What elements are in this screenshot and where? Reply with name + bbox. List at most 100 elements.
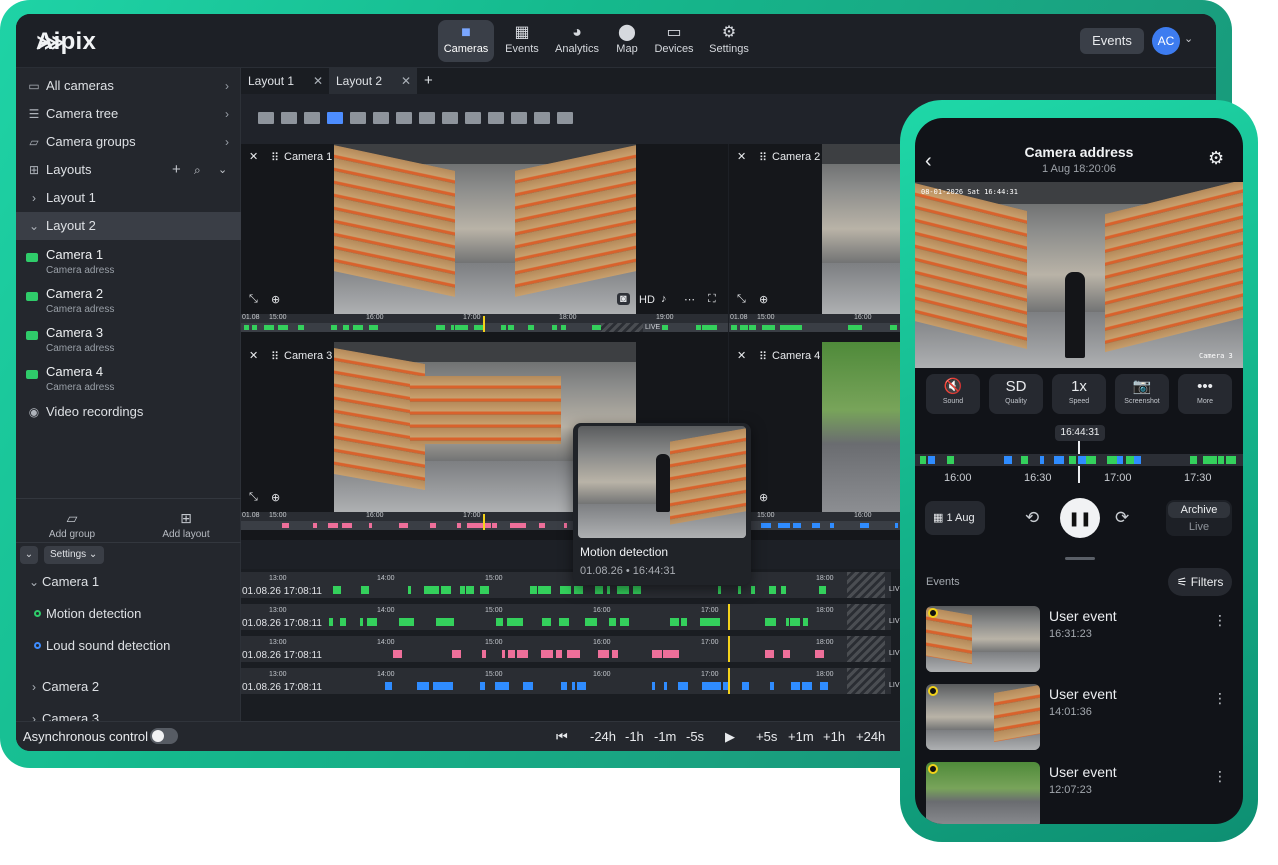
tab-layout-2[interactable]: Layout 2 ✕ (329, 68, 417, 94)
grid-8-icon[interactable] (419, 112, 435, 124)
add-group-button[interactable]: ▱ Add group (36, 510, 108, 540)
grid-4-icon[interactable] (327, 112, 343, 124)
forward-5s-button[interactable]: +5s (756, 729, 777, 744)
sidebar-item-video-recordings[interactable]: ◉ Video recordings (16, 398, 241, 426)
tree-camera-2[interactable]: › Camera 2 (16, 673, 241, 701)
quality-button[interactable]: SD Quality (989, 374, 1043, 414)
more-vertical-icon[interactable]: ⋮ (1213, 690, 1227, 707)
chevron-down-icon[interactable]: ⌄ (218, 156, 227, 184)
forward-1h-button[interactable]: +1h (823, 729, 845, 744)
play-icon[interactable]: ▶ (725, 729, 735, 745)
timeline-row[interactable]: 13:00 14:00 15:00 16:00 17:00 18:00 01.0… (241, 604, 900, 630)
pause-button[interactable]: ❚❚ (1060, 498, 1100, 538)
sidebar-item-camera-groups[interactable]: ▱ Camera groups › (16, 128, 241, 156)
grid-9-icon[interactable] (442, 112, 458, 124)
grid-13-icon[interactable] (534, 112, 550, 124)
event-thumbnail[interactable] (926, 762, 1040, 824)
skip-to-start-icon[interactable]: ⏮ (556, 729, 568, 745)
list-item-camera-1[interactable]: Camera 1 Camera adress (16, 243, 241, 279)
close-icon[interactable]: ✕ (249, 349, 258, 362)
zoom-icon[interactable]: ⊕ (271, 293, 280, 306)
forward-1m-button[interactable]: +1m (788, 729, 814, 744)
more-button[interactable]: ••• More (1178, 374, 1232, 414)
plus-icon[interactable]: + (172, 156, 181, 184)
close-icon[interactable]: ✕ (313, 68, 323, 94)
close-icon[interactable]: ✕ (737, 150, 746, 163)
more-icon[interactable]: ⋯ (684, 293, 695, 306)
drag-handle-icon[interactable]: ⠿ (271, 350, 279, 363)
close-icon[interactable]: ✕ (249, 150, 258, 163)
timeline-row[interactable]: 13:00 14:00 15:00 16:00 17:00 18:00 01.0… (241, 636, 900, 662)
event-thumbnail[interactable] (926, 606, 1040, 672)
grid-1-icon[interactable] (258, 112, 274, 124)
sound-button[interactable]: 🔇 Sound (926, 374, 980, 414)
volume-icon[interactable]: ♪ (661, 293, 667, 305)
back-24h-button[interactable]: -24h (590, 729, 616, 744)
grid-3-icon[interactable] (304, 112, 320, 124)
fullscreen-icon[interactable]: ⛶ (708, 293, 716, 306)
grid-7-icon[interactable] (396, 112, 412, 124)
drag-handle-icon[interactable]: ⠿ (759, 151, 767, 164)
search-icon[interactable]: ⌕ (194, 156, 201, 184)
fullscreen-exit-icon[interactable]: ⤡ (737, 293, 746, 306)
zoom-icon[interactable]: ⊕ (759, 491, 768, 504)
tree-camera-3[interactable]: › Camera 3 (16, 705, 241, 721)
list-item-camera-2[interactable]: Camera 2 Camera adress (16, 282, 241, 318)
back-1m-button[interactable]: -1m (654, 729, 676, 744)
nav-devices[interactable]: ▭ Devices (649, 20, 699, 62)
fullscreen-exit-icon[interactable]: ⤡ (249, 293, 258, 306)
sheet-handle[interactable] (1065, 557, 1095, 560)
sidebar-item-all-cameras[interactable]: ▭ All cameras › (16, 72, 241, 100)
add-tab-plus-icon[interactable]: + (417, 68, 437, 94)
rewind-10-icon[interactable]: ⟲ (1025, 508, 1039, 528)
archive-option[interactable]: Archive (1168, 502, 1230, 518)
async-toggle[interactable] (150, 728, 178, 744)
event-thumbnail[interactable] (926, 684, 1040, 750)
forward-24h-button[interactable]: +24h (856, 729, 885, 744)
snapshot-icon[interactable]: ◙ (617, 293, 630, 305)
avatar[interactable]: AC (1152, 27, 1180, 55)
nav-cameras[interactable]: ■ Cameras (438, 20, 494, 62)
grid-11-icon[interactable] (488, 112, 504, 124)
add-layout-button[interactable]: ⊞ Add layout (150, 510, 222, 540)
timeline-row[interactable]: 13:00 14:00 15:00 16:00 17:00 18:00 01.0… (241, 668, 900, 694)
drag-handle-icon[interactable]: ⠿ (271, 151, 279, 164)
close-icon[interactable]: ✕ (401, 68, 411, 94)
live-option[interactable]: Live (1168, 519, 1230, 535)
hd-toggle[interactable]: HD (639, 294, 655, 306)
date-picker-button[interactable]: ▦ 1 Aug (925, 501, 985, 535)
screenshot-button[interactable]: 📷 Screenshot (1115, 374, 1169, 414)
events-button[interactable]: Events (1080, 28, 1144, 54)
zoom-icon[interactable]: ⊕ (271, 491, 280, 504)
more-vertical-icon[interactable]: ⋮ (1213, 768, 1227, 785)
close-icon[interactable]: ✕ (737, 349, 746, 362)
mobile-timeline[interactable] (915, 454, 1243, 466)
grid-12-icon[interactable] (511, 112, 527, 124)
drag-handle-icon[interactable]: ⠿ (759, 350, 767, 363)
gear-icon[interactable]: ⚙ (1208, 148, 1224, 169)
collapse-chevron-icon[interactable]: ⌄ (20, 546, 38, 564)
more-vertical-icon[interactable]: ⋮ (1213, 612, 1227, 629)
fullscreen-exit-icon[interactable]: ⤡ (249, 491, 258, 504)
back-5s-button[interactable]: -5s (686, 729, 704, 744)
grid-6-icon[interactable] (373, 112, 389, 124)
grid-2-icon[interactable] (281, 112, 297, 124)
grid-14-icon[interactable] (557, 112, 573, 124)
settings-dropdown[interactable]: Settings ⌄ (44, 546, 104, 564)
sidebar-item-layouts[interactable]: ⊞ Layouts + ⌕ ⌄ (16, 156, 241, 184)
nav-events[interactable]: ▦ Events (498, 20, 546, 62)
tree-loud-sound-detection[interactable]: Loud sound detection (16, 632, 241, 660)
chevron-down-icon[interactable]: ⌄ (1184, 32, 1193, 45)
speed-button[interactable]: 1x Speed (1052, 374, 1106, 414)
tree-motion-detection[interactable]: Motion detection (16, 600, 241, 628)
archive-live-switch[interactable]: Archive Live (1166, 500, 1232, 536)
back-1h-button[interactable]: -1h (625, 729, 644, 744)
nav-map[interactable]: ⬤ Map (610, 20, 644, 62)
sidebar-item-layout-2[interactable]: ⌄ Layout 2 (16, 212, 241, 240)
nav-analytics[interactable]: ◕ Analytics (551, 20, 603, 62)
list-item-camera-3[interactable]: Camera 3 Camera adress (16, 321, 241, 357)
list-item-camera-4[interactable]: Camera 4 Camera adress (16, 360, 241, 396)
forward-10-icon[interactable]: ⟳ (1115, 508, 1129, 528)
tree-camera-1[interactable]: ⌄ Camera 1 (16, 568, 241, 596)
sidebar-item-layout-1[interactable]: › Layout 1 (16, 184, 241, 212)
